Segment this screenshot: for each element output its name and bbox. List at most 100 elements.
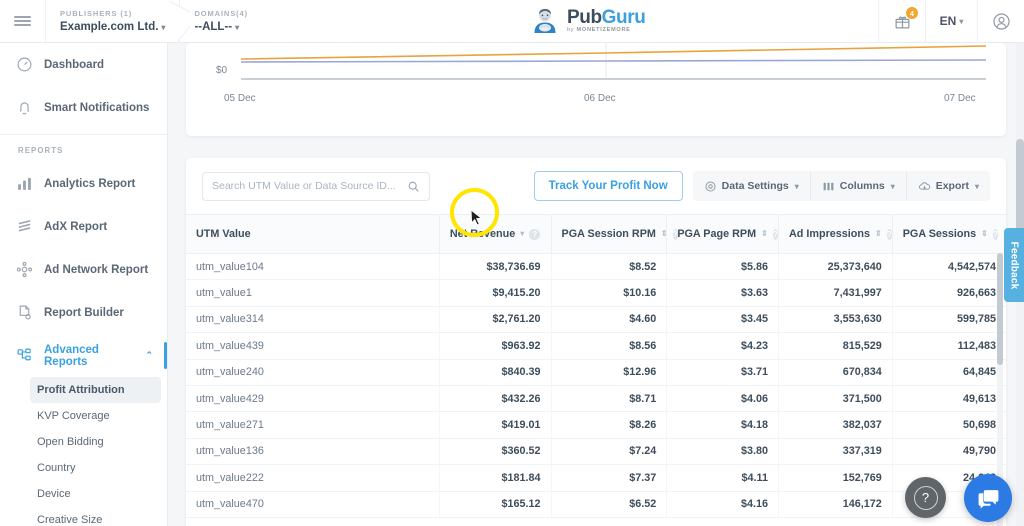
cell-net-revenue: $9,415.20 — [439, 280, 551, 306]
sidebar-item-label: Report Builder — [44, 307, 124, 319]
data-settings-button[interactable]: Data Settings ▾ — [693, 171, 811, 201]
column-header-label: PGA Page RPM — [677, 228, 756, 240]
table-row[interactable]: utm_value429$432.26$8.71$4.06371,50049,6… — [186, 385, 1006, 411]
domain-selector[interactable]: DOMAINS(4) --ALL--▾ — [179, 0, 297, 42]
sidebar-subitem-label: Creative Size — [37, 514, 102, 526]
language-value: EN — [940, 14, 957, 28]
revenue-chart-card: $0 05 Dec 06 Dec 07 Dec — [186, 43, 1006, 136]
sidebar-item-report-builder[interactable]: Report Builder — [0, 291, 167, 334]
cell-session-rpm: $8.71 — [551, 385, 667, 411]
cell-impressions: 7,431,997 — [778, 280, 892, 306]
sidebar-subitem-label: Open Bidding — [37, 436, 104, 448]
sort-icon[interactable]: ⇕ — [761, 230, 768, 238]
table-row[interactable]: utm_value222$181.84$7.37$4.11152,76924,6… — [186, 465, 1006, 491]
cell-session-rpm: $8.26 — [551, 412, 667, 438]
profit-attribution-table: UTM Value Net Revenue ▾ ? — [186, 214, 1006, 518]
language-selector[interactable]: EN ▾ — [925, 0, 977, 42]
table-scrollbar-thumb[interactable] — [997, 253, 1003, 365]
chevron-down-icon: ▾ — [891, 182, 895, 191]
column-header-label: Ad Impressions — [789, 228, 870, 240]
chevron-up-icon: ⌃ — [145, 350, 153, 361]
column-header-ad-impressions[interactable]: Ad Impressions ⇕ ? — [778, 215, 892, 254]
sidebar-item-ad-network-report[interactable]: Ad Network Report — [0, 248, 167, 291]
help-icon[interactable]: ? — [993, 229, 998, 240]
publisher-value: Example.com Ltd.▾ — [60, 21, 165, 33]
sidebar-item-label: Advanced Reports — [44, 344, 134, 368]
table-row[interactable]: utm_value240$840.39$12.96$3.71670,83464,… — [186, 359, 1006, 385]
logo-brand-text: MONETIZEMORE — [577, 27, 631, 33]
search-box[interactable] — [202, 172, 430, 201]
sidebar-item-advanced-reports[interactable]: Advanced Reports ⌃ — [0, 334, 167, 377]
table-row[interactable]: utm_value136$360.52$7.24$3.80337,31949,7… — [186, 438, 1006, 464]
cell-page-rpm: $4.18 — [667, 412, 779, 438]
cell-session-rpm: $4.60 — [551, 306, 667, 332]
mouse-cursor — [470, 209, 483, 227]
table-row[interactable]: utm_value314$2,761.20$4.60$3.453,553,630… — [186, 306, 1006, 332]
publisher-label: PUBLISHERS (1) — [60, 9, 165, 18]
cell-impressions: 152,769 — [778, 465, 892, 491]
table-row[interactable]: utm_value1$9,415.20$10.16$3.637,431,9979… — [186, 280, 1006, 306]
cell-net-revenue: $840.39 — [439, 359, 551, 385]
sidebar-subitem-creative-size[interactable]: Creative Size — [30, 507, 161, 526]
publisher-selector[interactable]: PUBLISHERS (1) Example.com Ltd.▾ — [45, 0, 179, 42]
table-header: UTM Value Net Revenue ▾ ? — [186, 215, 1006, 254]
cell-sessions: 112,483 — [892, 333, 1006, 359]
sidebar-item-dashboard[interactable]: Dashboard — [0, 43, 167, 86]
help-icon[interactable]: ? — [887, 229, 892, 240]
app-logo[interactable]: PubGuru by MONETIZEMORE — [297, 0, 878, 42]
sidebar-item-smart-notifications[interactable]: Smart Notifications — [0, 86, 167, 129]
account-button[interactable] — [977, 0, 1024, 42]
column-header-label: PGA Session RPM — [562, 228, 656, 240]
report-builder-icon — [16, 304, 33, 321]
cell-page-rpm: $4.06 — [667, 385, 779, 411]
column-header-pga-page-rpm[interactable]: PGA Page RPM ⇕ ? — [667, 215, 779, 254]
sidebar-item-analytics-report[interactable]: Analytics Report — [0, 162, 167, 205]
export-button[interactable]: Export ▾ — [907, 171, 990, 201]
app-root: PUBLISHERS (1) Example.com Ltd.▾ DOMAINS… — [0, 0, 1024, 526]
cell-impressions: 337,319 — [778, 438, 892, 464]
cell-utm: utm_value439 — [186, 333, 439, 359]
table-row[interactable]: utm_value439$963.92$8.56$4.23815,529112,… — [186, 333, 1006, 359]
search-input[interactable] — [212, 180, 401, 192]
cell-utm: utm_value104 — [186, 254, 439, 280]
chevron-down-icon: ▾ — [959, 17, 963, 26]
sidebar-subitem-label: Profit Attribution — [37, 384, 125, 396]
cell-session-rpm: $10.16 — [551, 280, 667, 306]
table-row[interactable]: utm_value271$419.01$8.26$4.18382,03750,6… — [186, 412, 1006, 438]
cell-page-rpm: $3.80 — [667, 438, 779, 464]
sort-icon[interactable]: ▾ — [520, 230, 524, 238]
cell-sessions: 49,613 — [892, 385, 1006, 411]
profit-attribution-table-card: Track Your Profit Now Data Settings ▾ Co — [186, 158, 1006, 526]
sidebar-item-adx-report[interactable]: AdX Report — [0, 205, 167, 248]
table-row[interactable]: utm_value470$165.12$6.52$4.16146,1725,32… — [186, 491, 1006, 517]
table-row[interactable]: utm_value104$38,736.69$8.52$5.8625,373,6… — [186, 254, 1006, 280]
column-header-net-revenue[interactable]: Net Revenue ▾ ? — [439, 215, 551, 254]
sort-icon[interactable]: ⇕ — [875, 230, 882, 238]
logo-tagline: by MONETIZEMORE — [567, 28, 645, 34]
sidebar-subitem-device[interactable]: Device — [30, 481, 161, 507]
track-profit-button[interactable]: Track Your Profit Now — [534, 171, 683, 201]
cell-utm: utm_value222 — [186, 465, 439, 491]
column-header-pga-sessions[interactable]: PGA Sessions ⇕ ? — [892, 215, 1006, 254]
cell-session-rpm: $8.52 — [551, 254, 667, 280]
help-icon[interactable]: ? — [529, 229, 540, 240]
top-header: PUBLISHERS (1) Example.com Ltd.▾ DOMAINS… — [0, 0, 1024, 43]
sidebar-subitem-open-bidding[interactable]: Open Bidding — [30, 429, 161, 455]
search-icon[interactable] — [407, 180, 420, 193]
sort-icon[interactable]: ⇕ — [981, 230, 988, 238]
sidebar-subitem-country[interactable]: Country — [30, 455, 161, 481]
help-icon[interactable]: ? — [773, 229, 778, 240]
sidebar-subitem-profit-attribution[interactable]: Profit Attribution — [30, 377, 161, 403]
sidebar-subitem-kvp-coverage[interactable]: KVP Coverage — [30, 403, 161, 429]
help-button[interactable]: ? — [905, 477, 946, 518]
gift-button[interactable]: 4 — [878, 0, 925, 42]
sort-icon[interactable]: ⇕ — [661, 230, 668, 238]
columns-button[interactable]: Columns ▾ — [811, 171, 907, 201]
feedback-tab[interactable]: Feedback — [1004, 228, 1024, 302]
chat-button[interactable] — [964, 474, 1012, 522]
cell-impressions: 815,529 — [778, 333, 892, 359]
hamburger-menu-icon[interactable] — [0, 0, 45, 42]
column-header-utm-value[interactable]: UTM Value — [186, 215, 439, 254]
cell-net-revenue: $432.26 — [439, 385, 551, 411]
column-header-pga-session-rpm[interactable]: PGA Session RPM ⇕ ? — [551, 215, 667, 254]
